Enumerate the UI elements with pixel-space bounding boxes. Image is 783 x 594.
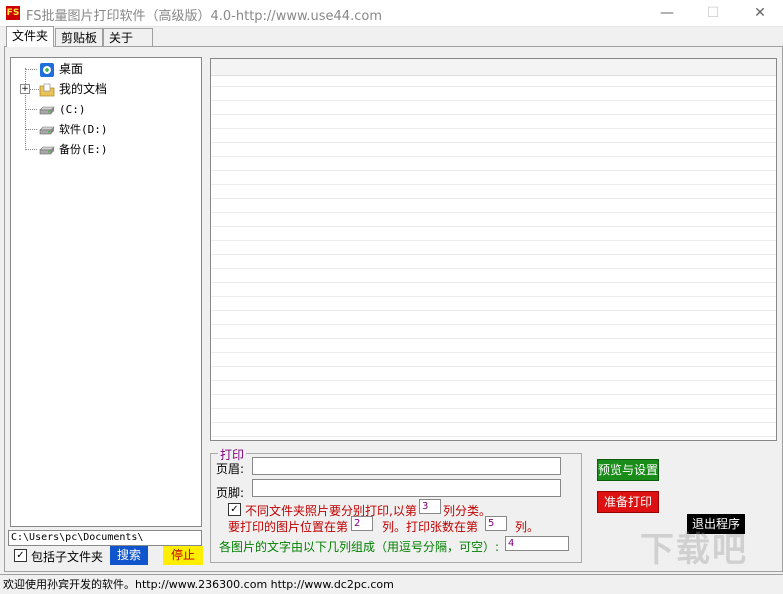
header-input[interactable]: [252, 457, 561, 475]
window-title: FS批量图片打印软件（高级版）4.0-http://www.use44.com: [26, 9, 382, 24]
tree-line: [25, 149, 37, 150]
image-column-input[interactable]: 2: [351, 516, 373, 531]
tree-item-label: (C:): [59, 103, 86, 116]
stop-button[interactable]: 停止: [163, 546, 203, 565]
tree-item-desktop[interactable]: 桌面: [39, 60, 83, 78]
separate-folders-checkbox[interactable]: ✓: [228, 503, 241, 516]
drive-icon: [39, 123, 55, 137]
drive-icon: [39, 103, 55, 117]
list-header[interactable]: [211, 59, 776, 76]
separate-folders-text: 不同文件夹照片要分别打印,以第: [245, 504, 417, 518]
image-column-label: 要打印的图片位置在第: [228, 520, 349, 534]
maximize-button[interactable]: ☐: [690, 0, 736, 26]
footer-input[interactable]: [252, 479, 561, 497]
tab-folder[interactable]: 文件夹: [6, 26, 55, 47]
folder-icon: [39, 83, 55, 97]
tab-clipboard[interactable]: 剪贴板: [55, 28, 104, 47]
include-subfolders-checkbox[interactable]: ✓: [14, 549, 27, 562]
app-icon: FS: [6, 6, 20, 20]
expand-toggle[interactable]: +: [20, 84, 30, 94]
tree-item-label: 我的文档: [59, 82, 108, 96]
include-subfolders-label: 包括子文件夹: [31, 550, 104, 564]
drive-icon: [39, 143, 55, 157]
footer-label: 页脚:: [216, 486, 245, 500]
tree-line: [25, 109, 37, 110]
title-bar: FS FS批量图片打印软件（高级版）4.0-http://www.use44.c…: [0, 0, 783, 27]
tree-item-label: 软件(D:): [59, 123, 108, 136]
caption-columns-input[interactable]: 4: [505, 536, 569, 551]
search-button[interactable]: 搜索: [110, 546, 148, 565]
minimize-button[interactable]: —: [644, 0, 690, 26]
tab-about[interactable]: 关于: [103, 28, 153, 47]
count-column-input[interactable]: 5: [485, 516, 507, 531]
tree-item-label: 备份(E:): [59, 143, 108, 156]
count-column-label: 列。打印张数在第: [382, 520, 479, 534]
tree-item-drive-d[interactable]: 软件(D:): [39, 120, 108, 138]
caption-columns-label: 各图片的文字由以下几列组成（用逗号分隔，可空）:: [219, 540, 500, 554]
header-label: 页眉:: [216, 462, 245, 476]
image-list[interactable]: [210, 58, 777, 441]
tree-line: [25, 129, 37, 130]
count-column-suffix: 列。: [515, 520, 540, 534]
close-button[interactable]: ✕: [737, 0, 783, 26]
watermark: 下载吧: [640, 530, 748, 570]
tree-line: [25, 69, 37, 70]
status-bar: 欢迎使用孙宾开发的软件。http://www.236300.com http:/…: [0, 574, 783, 594]
tree-item-my-documents[interactable]: 我的文档: [39, 80, 107, 98]
tree-item-drive-c[interactable]: (C:): [39, 100, 86, 118]
category-column-suffix: 列分类。: [443, 504, 492, 518]
tree-item-label: 桌面: [59, 62, 84, 76]
preview-settings-button[interactable]: 预览与设置: [597, 459, 659, 481]
path-input[interactable]: C:\Users\pc\Documents\: [8, 530, 202, 546]
prepare-print-button[interactable]: 准备打印: [597, 491, 659, 513]
category-column-input[interactable]: 3: [419, 499, 441, 514]
desktop-icon: [39, 62, 55, 77]
folder-tree[interactable]: + 桌面 我的文档 (C:) 软件(D:) 备份(E:): [10, 57, 202, 527]
tree-item-drive-e[interactable]: 备份(E:): [39, 140, 108, 158]
